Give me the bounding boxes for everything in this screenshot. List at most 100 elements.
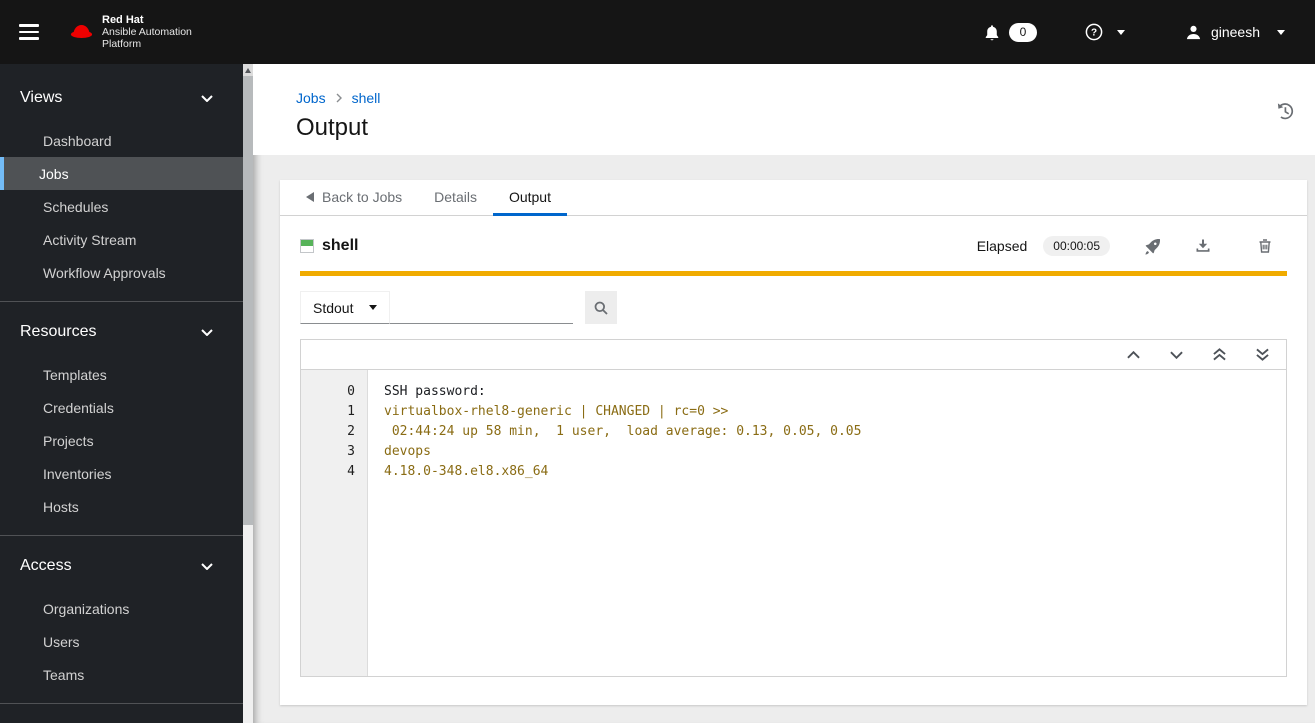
line-number: 4 bbox=[347, 464, 355, 479]
sidebar-item-schedules[interactable]: Schedules bbox=[0, 190, 243, 223]
output-line: devops bbox=[384, 444, 431, 459]
double-chevron-up-icon bbox=[1213, 348, 1226, 361]
output-panel-header bbox=[300, 339, 1287, 370]
download-icon bbox=[1196, 239, 1210, 252]
nav-group-header-access[interactable]: Access bbox=[0, 548, 243, 584]
svg-text:?: ? bbox=[1091, 28, 1097, 39]
nav-toggle-button[interactable] bbox=[6, 0, 52, 64]
output-body: 0 1 2 3 4 SSH password: virtualbox-rhel8… bbox=[300, 370, 1287, 677]
sidebar-item-jobs[interactable]: Jobs bbox=[0, 157, 243, 190]
bell-icon bbox=[985, 24, 999, 40]
help-menu-button[interactable]: ? bbox=[1085, 23, 1125, 41]
sidebar-item-users[interactable]: Users bbox=[0, 625, 243, 658]
sidebar-item-activity-stream[interactable]: Activity Stream bbox=[0, 223, 243, 256]
output-panel: 0 1 2 3 4 SSH password: virtualbox-rhel8… bbox=[300, 339, 1287, 677]
page-title: Output bbox=[296, 114, 369, 141]
job-header-actions: Elapsed 00:00:05 bbox=[977, 236, 1287, 256]
user-menu-button[interactable]: gineesh bbox=[1185, 24, 1285, 41]
nav-group-administration: Administration bbox=[0, 716, 243, 723]
nav-group-label: Access bbox=[20, 557, 72, 574]
chevron-down-icon bbox=[201, 94, 213, 102]
download-output-button[interactable] bbox=[1195, 238, 1211, 254]
chevron-down-icon bbox=[369, 305, 377, 310]
brand-logo[interactable]: Red Hat Ansible Automation Platform bbox=[68, 14, 192, 50]
rocket-icon bbox=[1145, 238, 1161, 255]
card-body: shell Elapsed 00:00:05 Stdout 0 1 2 3 4 … bbox=[280, 216, 1307, 697]
chevron-down-icon bbox=[1170, 351, 1183, 359]
sidebar-item-inventories[interactable]: Inventories bbox=[0, 457, 243, 490]
red-hat-icon bbox=[70, 25, 93, 38]
chevron-down-icon bbox=[1277, 29, 1285, 35]
sidebar-item-hosts[interactable]: Hosts bbox=[0, 490, 243, 523]
history-icon bbox=[1277, 103, 1294, 120]
user-icon bbox=[1186, 25, 1201, 39]
masthead: Red Hat Ansible Automation Platform 0 ? bbox=[0, 0, 1315, 64]
tab-label: Back to Jobs bbox=[322, 188, 403, 205]
chevron-down-icon bbox=[201, 328, 213, 336]
search-button[interactable] bbox=[585, 291, 617, 324]
scrollbar-up-arrow[interactable] bbox=[243, 64, 253, 76]
output-toolbar: Stdout bbox=[300, 291, 1287, 324]
tab-output[interactable]: Output bbox=[492, 180, 567, 216]
tab-label: Output bbox=[508, 188, 551, 205]
nav-group-resources: Resources Templates Credentials Projects… bbox=[0, 314, 243, 523]
tab-back-to-jobs[interactable]: Back to Jobs bbox=[290, 180, 418, 216]
line-number: 0 bbox=[347, 384, 355, 399]
job-header: shell Elapsed 00:00:05 bbox=[300, 236, 1287, 256]
breadcrumb-link-jobs[interactable]: Jobs bbox=[296, 90, 326, 106]
stdout-filter-select[interactable]: Stdout bbox=[300, 291, 390, 324]
tab-bar: Back to Jobs Details Output bbox=[280, 180, 1307, 216]
output-line: virtualbox-rhel8-generic | CHANGED | rc=… bbox=[384, 404, 729, 419]
select-value: Stdout bbox=[313, 299, 354, 316]
sidebar-item-projects[interactable]: Projects bbox=[0, 424, 243, 457]
app-root: Red Hat Ansible Automation Platform 0 ? bbox=[0, 0, 1315, 723]
nav-group-header-administration[interactable]: Administration bbox=[0, 716, 243, 723]
relaunch-button[interactable] bbox=[1144, 238, 1161, 255]
sidebar-item-templates[interactable]: Templates bbox=[0, 358, 243, 391]
chevron-up-icon bbox=[1127, 350, 1140, 358]
notifications-count-badge: 0 bbox=[1008, 22, 1037, 42]
nav-divider bbox=[0, 535, 243, 536]
nav-group-header-resources[interactable]: Resources bbox=[0, 314, 243, 350]
arrow-left-icon bbox=[306, 191, 314, 202]
breadcrumb-link-shell[interactable]: shell bbox=[352, 90, 381, 106]
scroll-previous-button[interactable] bbox=[1127, 350, 1140, 359]
notifications-button[interactable]: 0 bbox=[984, 22, 1037, 42]
job-progress-bar bbox=[300, 271, 1287, 276]
history-button[interactable] bbox=[1275, 101, 1295, 124]
username-label: gineesh bbox=[1210, 24, 1260, 40]
help-icon: ? bbox=[1085, 23, 1103, 41]
search-input[interactable] bbox=[390, 291, 573, 324]
nav-group-access: Access Organizations Users Teams bbox=[0, 548, 243, 691]
tab-details[interactable]: Details bbox=[418, 180, 493, 216]
nav-group-views: Views Dashboard Jobs Schedules Activity … bbox=[0, 80, 243, 289]
scrollbar-thumb[interactable] bbox=[243, 76, 253, 525]
sidebar-item-workflow-approvals[interactable]: Workflow Approvals bbox=[0, 256, 243, 289]
chevron-down-icon bbox=[1116, 29, 1125, 35]
output-line: 02:44:24 up 58 min, 1 user, load average… bbox=[384, 424, 862, 439]
hamburger-icon bbox=[19, 24, 39, 40]
trash-icon bbox=[1259, 239, 1271, 253]
scroll-bottom-button[interactable] bbox=[1256, 348, 1269, 361]
sidebar-item-credentials[interactable]: Credentials bbox=[0, 391, 243, 424]
output-line: SSH password: bbox=[384, 384, 486, 399]
line-number-gutter: 0 1 2 3 4 bbox=[301, 370, 368, 676]
nav-group-header-views[interactable]: Views bbox=[0, 80, 243, 116]
line-number: 1 bbox=[347, 404, 355, 419]
scroll-top-button[interactable] bbox=[1213, 348, 1226, 361]
brand-line3: Platform bbox=[102, 38, 142, 50]
brand-line1: Red Hat bbox=[102, 14, 144, 26]
brand-text: Red Hat Ansible Automation Platform bbox=[102, 14, 192, 50]
chevron-down-icon bbox=[201, 562, 213, 570]
sidebar-item-teams[interactable]: Teams bbox=[0, 658, 243, 691]
sidebar-item-dashboard[interactable]: Dashboard bbox=[0, 124, 243, 157]
sidebar: Views Dashboard Jobs Schedules Activity … bbox=[0, 64, 253, 723]
output-lines: SSH password: virtualbox-rhel8-generic |… bbox=[368, 370, 1286, 676]
scroll-next-button[interactable] bbox=[1170, 351, 1183, 359]
delete-job-button[interactable] bbox=[1257, 238, 1273, 254]
line-number: 2 bbox=[347, 424, 355, 439]
sidebar-item-organizations[interactable]: Organizations bbox=[0, 592, 243, 625]
chevron-right-icon bbox=[336, 93, 342, 103]
line-number: 3 bbox=[347, 444, 355, 459]
sidebar-scrollbar bbox=[243, 64, 253, 723]
